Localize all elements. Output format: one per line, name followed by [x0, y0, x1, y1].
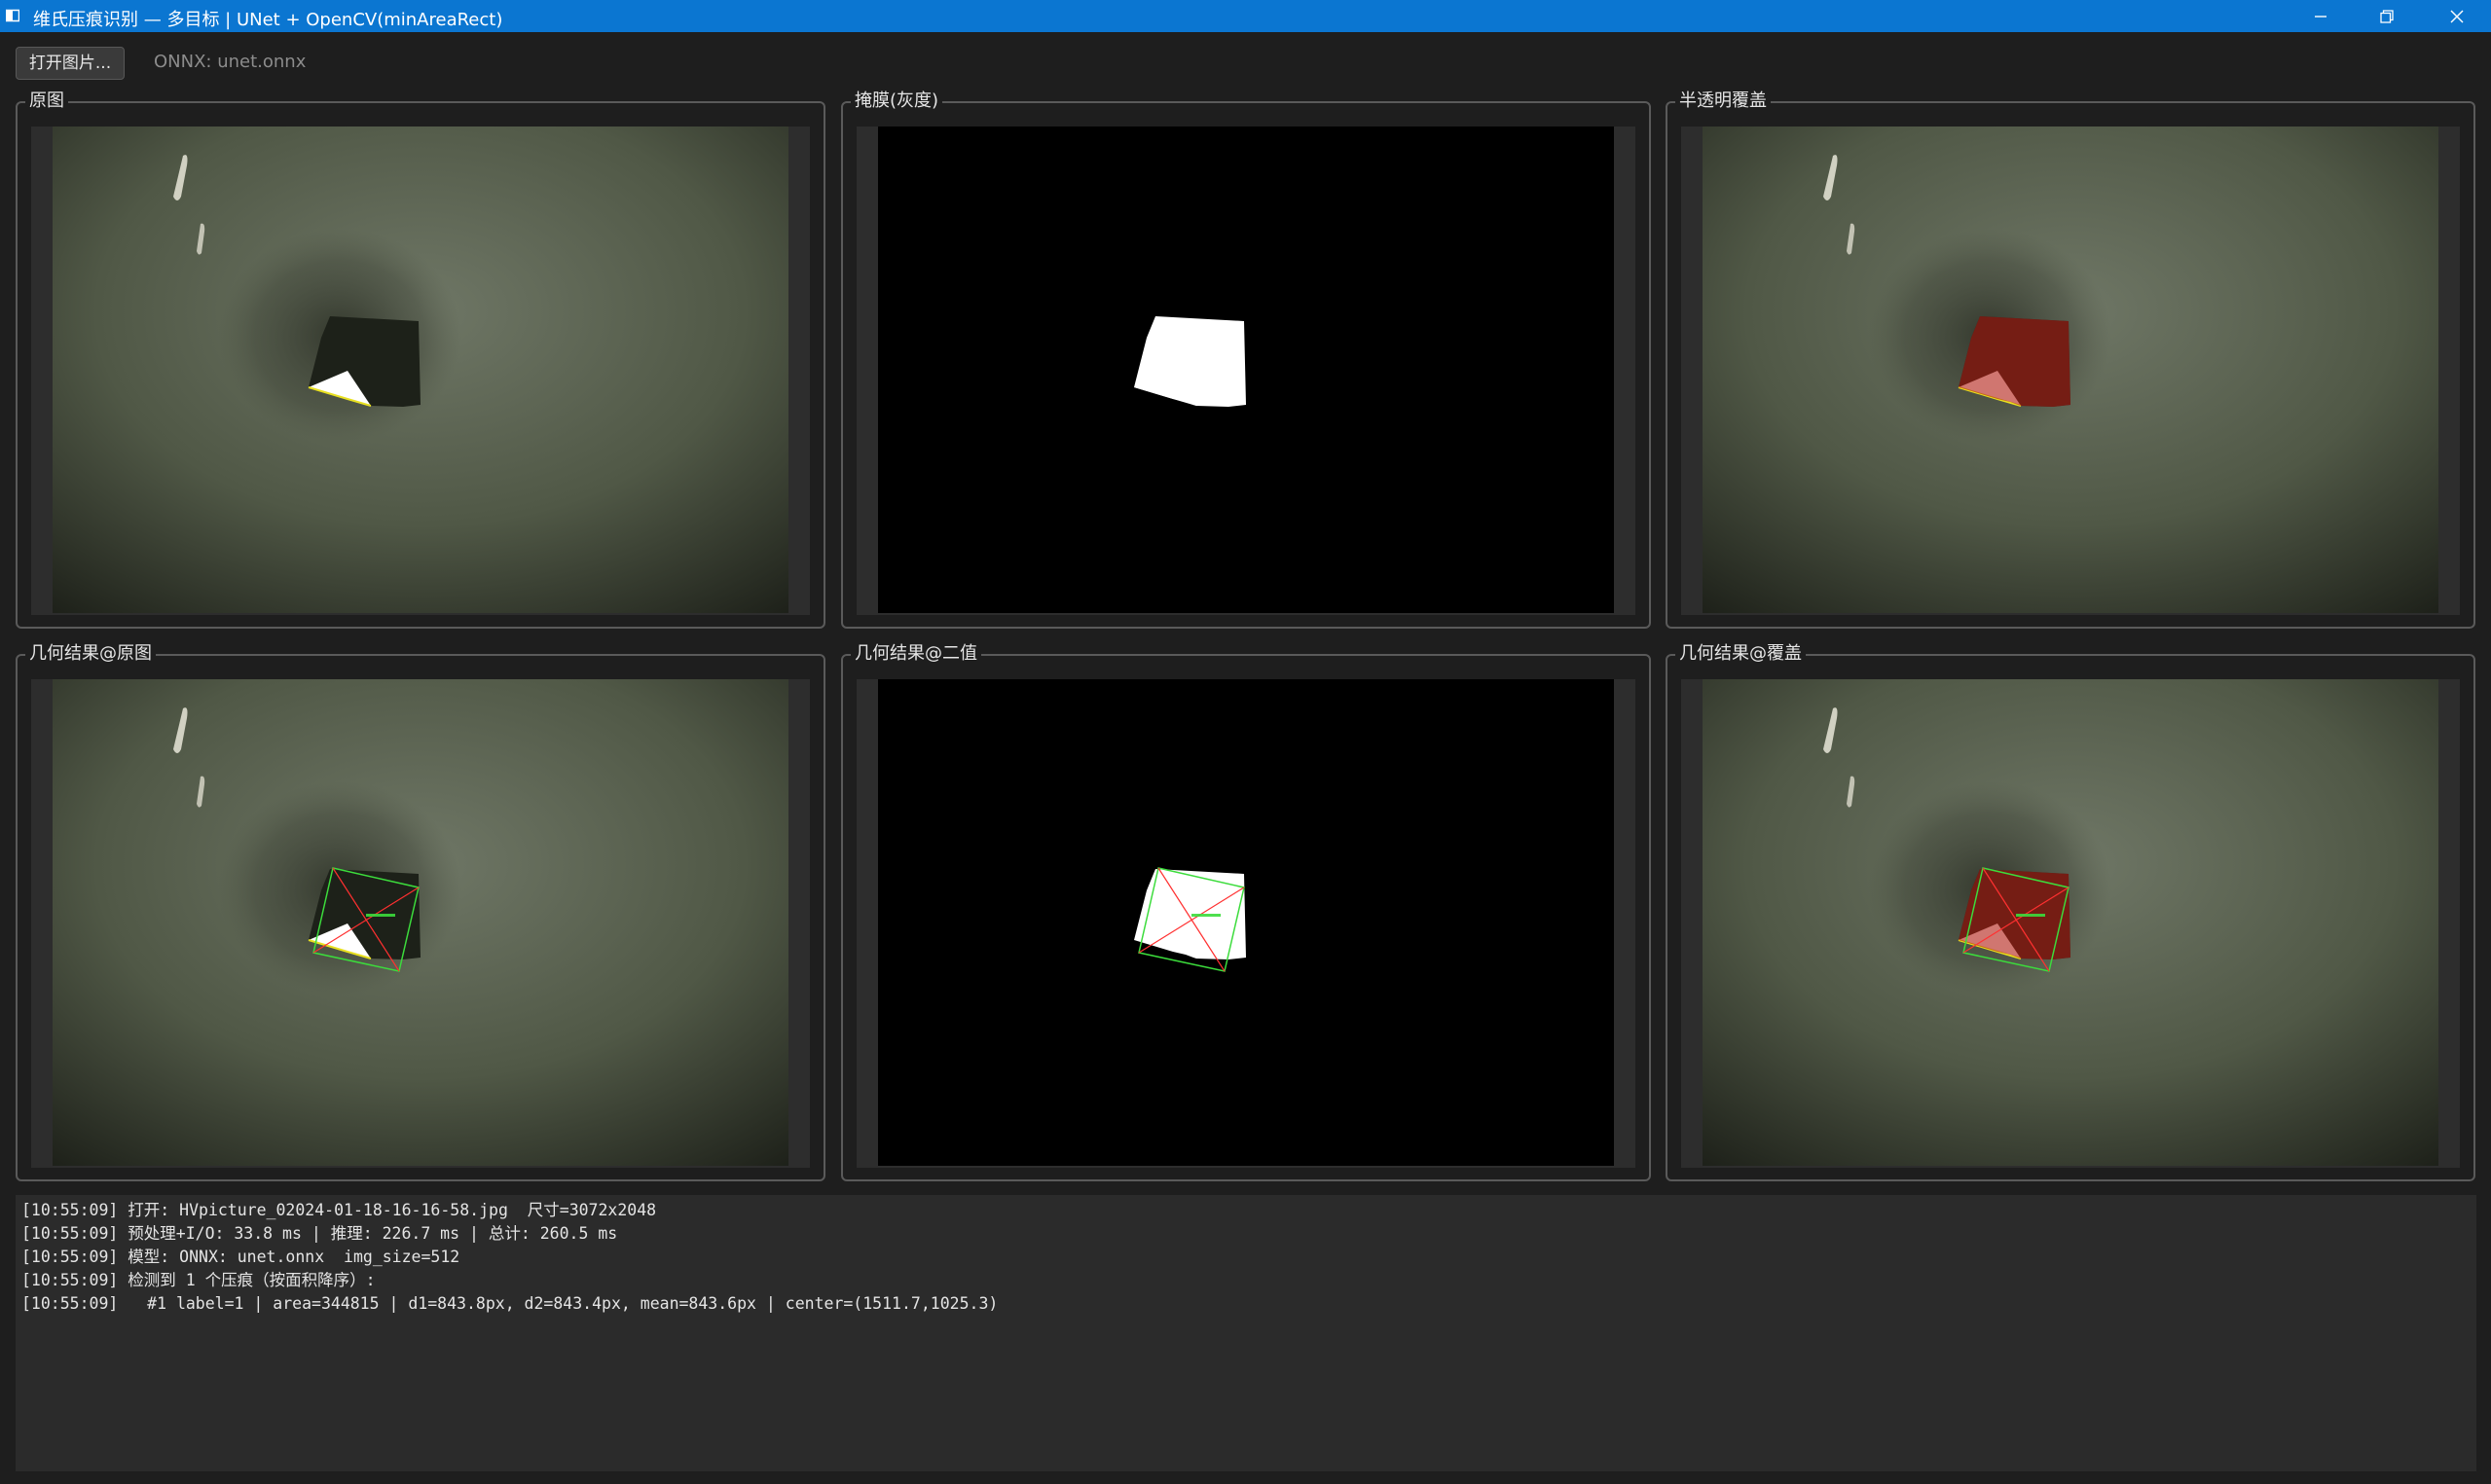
app-icon [6, 9, 19, 22]
restore-icon [2380, 10, 2394, 23]
panel-geometry-overlay: 几何结果@覆盖 [1666, 642, 2475, 1181]
panel-geometry-binary: 几何结果@二值 [841, 642, 1651, 1181]
image-canvas [1703, 127, 2438, 613]
image-view[interactable] [1681, 127, 2460, 615]
panel-title: 半透明覆盖 [1675, 90, 1771, 113]
image-canvas [1703, 679, 2438, 1166]
image-view[interactable] [1681, 679, 2460, 1168]
panel-title: 原图 [25, 90, 68, 113]
log-line: [10:55:09] 模型: ONNX: unet.onnx img_size=… [21, 1248, 460, 1266]
image-canvas [878, 679, 1614, 1166]
image-canvas [53, 679, 788, 1166]
image-canvas [53, 127, 788, 613]
log-line: [10:55:09] 检测到 1 个压痕（按面积降序）: [21, 1271, 376, 1289]
model-label: ONNX: unet.onnx [154, 52, 307, 72]
panel-title: 几何结果@原图 [25, 642, 156, 666]
image-canvas [878, 127, 1614, 613]
panel-title: 几何结果@覆盖 [1675, 642, 1806, 666]
image-view[interactable] [857, 679, 1635, 1168]
log-line: [10:55:09] 预处理+I/O: 33.8 ms | 推理: 226.7 … [21, 1224, 618, 1243]
restore-button[interactable] [2354, 0, 2420, 32]
log-line: [10:55:09] #1 label=1 | area=344815 | d1… [21, 1294, 999, 1313]
close-icon [2450, 10, 2464, 23]
minimize-button[interactable] [2288, 0, 2354, 32]
panel-title: 几何结果@二值 [851, 642, 981, 666]
image-view[interactable] [31, 679, 810, 1168]
open-image-button[interactable]: 打开图片... [16, 47, 125, 80]
panel-title: 掩膜(灰度) [851, 90, 943, 113]
panel-mask: 掩膜(灰度) [841, 90, 1651, 629]
minimize-icon [2315, 16, 2326, 18]
panel-geometry-original: 几何结果@原图 [16, 642, 825, 1181]
title-bar: 维氏压痕识别 — 多目标 | UNet + OpenCV(minAreaRect… [0, 0, 2491, 32]
log-line: [10:55:09] 打开: HVpicture_02024-01-18-16-… [21, 1201, 657, 1219]
image-view[interactable] [31, 127, 810, 615]
close-button[interactable] [2424, 0, 2490, 32]
panel-original: 原图 [16, 90, 825, 629]
image-view[interactable] [857, 127, 1635, 615]
window-title: 维氏压痕识别 — 多目标 | UNet + OpenCV(minAreaRect… [33, 10, 503, 30]
panel-overlay: 半透明覆盖 [1666, 90, 2475, 629]
log-panel[interactable]: [10:55:09] 打开: HVpicture_02024-01-18-16-… [16, 1195, 2476, 1471]
